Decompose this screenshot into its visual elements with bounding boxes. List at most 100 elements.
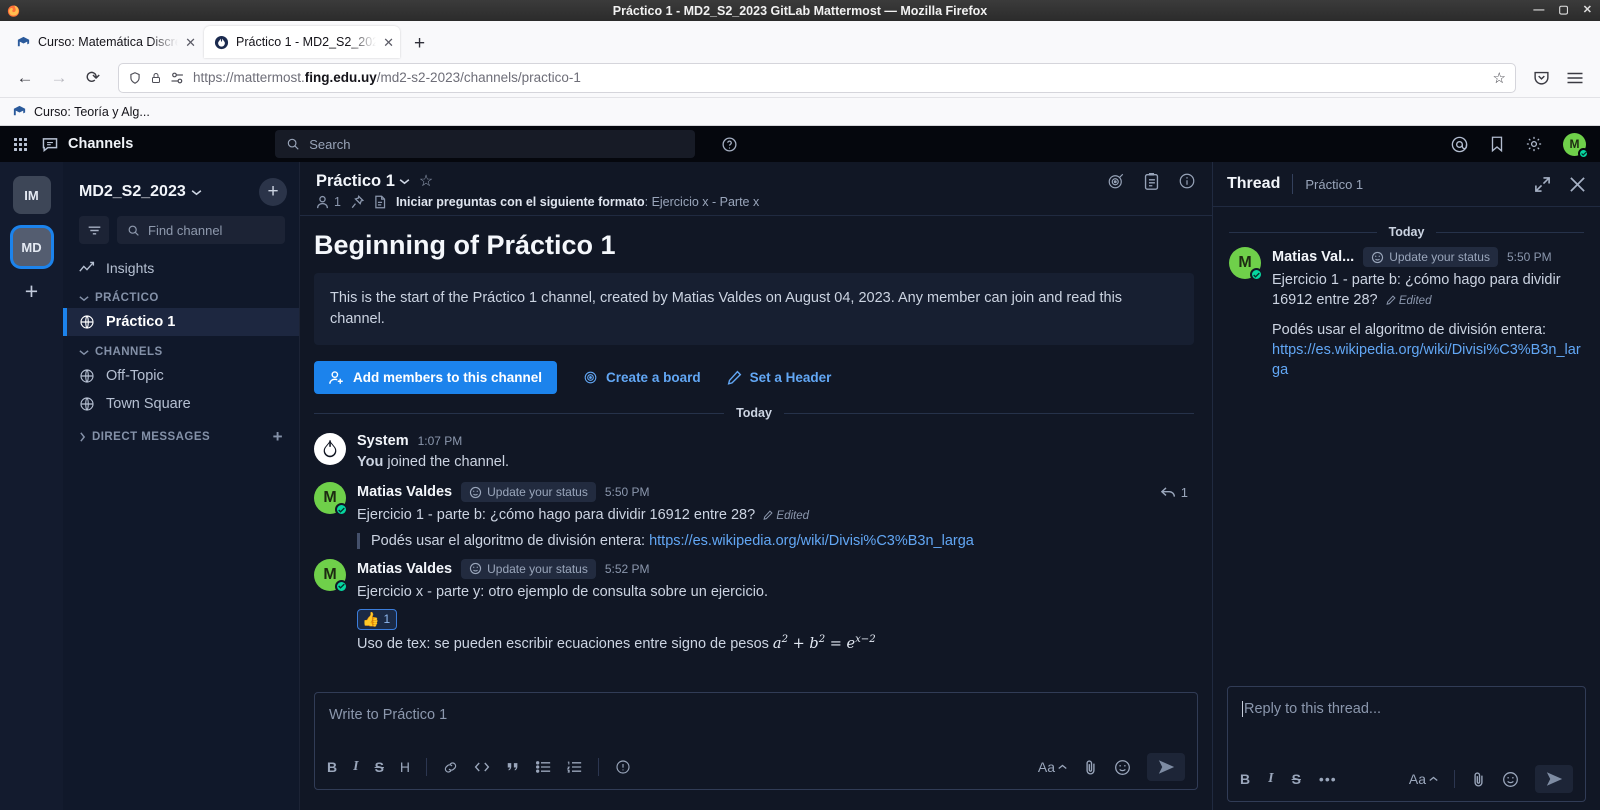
create-board-button[interactable]: Create a board: [583, 370, 701, 385]
sidebar-item-insights[interactable]: Insights: [63, 254, 299, 282]
bullet-list-icon[interactable]: [536, 760, 551, 774]
pocket-icon[interactable]: [1526, 63, 1556, 93]
strikethrough-button[interactable]: S: [1292, 771, 1301, 787]
post-author[interactable]: System: [357, 433, 409, 449]
help-icon[interactable]: [615, 759, 631, 775]
thread-post-list[interactable]: Today M Matias Val... Update your status…: [1213, 207, 1600, 678]
browse-channels-button[interactable]: +: [259, 178, 287, 206]
more-formatting-icon[interactable]: •••: [1319, 771, 1337, 787]
thread-reply-composer[interactable]: Reply to this thread... B I S ••• Aa: [1227, 686, 1586, 802]
expand-sidebar-icon[interactable]: [1534, 176, 1551, 193]
reply-count-indicator[interactable]: 1: [1160, 485, 1188, 500]
update-status-button[interactable]: Update your status: [461, 482, 596, 503]
sidebar-item-town-square[interactable]: Town Square: [63, 390, 299, 418]
url-text[interactable]: https://mattermost.fing.edu.uy/md2-s2-20…: [193, 70, 1485, 85]
maximize-button[interactable]: ▢: [1558, 5, 1568, 16]
team-button-md[interactable]: MD: [12, 228, 51, 266]
sidebar-item-practico-1[interactable]: Práctico 1: [63, 308, 299, 336]
numbered-list-icon[interactable]: [567, 760, 582, 774]
join-team-button[interactable]: +: [25, 280, 38, 303]
tab-2-close-icon[interactable]: ✕: [383, 36, 394, 49]
settings-icon[interactable]: [1525, 135, 1543, 153]
update-status-button[interactable]: Update your status: [461, 558, 596, 579]
attach-icon[interactable]: [1083, 759, 1098, 776]
sidebar-item-off-topic[interactable]: Off-Topic: [63, 362, 299, 390]
app-menu-button[interactable]: [1560, 63, 1590, 93]
update-status-button[interactable]: Update your status: [1363, 247, 1498, 267]
bold-button[interactable]: B: [1240, 771, 1250, 787]
mentions-icon[interactable]: [1450, 135, 1469, 154]
italic-button[interactable]: I: [1268, 771, 1273, 787]
set-header-button[interactable]: Set a Header: [727, 370, 831, 385]
close-button[interactable]: ✕: [1583, 5, 1592, 16]
message-input-placeholder[interactable]: Write to Práctico 1: [315, 693, 1197, 745]
channel-boards-icon[interactable]: [1107, 172, 1125, 190]
search-input[interactable]: Search: [275, 130, 696, 158]
post-author[interactable]: Matias Val...: [1272, 249, 1354, 265]
category-practico[interactable]: PRÁCTICO: [63, 282, 299, 308]
team-button-im[interactable]: IM: [12, 176, 51, 214]
send-button[interactable]: [1147, 753, 1185, 781]
quote-link[interactable]: https://es.wikipedia.org/wiki/Divisi%C3%…: [649, 533, 974, 549]
favorite-star-icon[interactable]: ☆: [419, 171, 433, 191]
format-toggle-button[interactable]: Aa: [1409, 771, 1438, 787]
product-switcher-icon[interactable]: [14, 137, 27, 151]
avatar[interactable]: M: [314, 482, 348, 517]
post-item[interactable]: M Matias Valdes Updat: [314, 477, 1194, 553]
post-author[interactable]: Matias Valdes: [357, 561, 452, 577]
shield-icon[interactable]: [128, 71, 142, 85]
channel-header-text[interactable]: Iniciar preguntas con el siguiente forma…: [396, 195, 759, 209]
filter-icon[interactable]: [79, 216, 109, 244]
category-channels[interactable]: CHANNELS: [63, 336, 299, 362]
avatar[interactable]: M: [1563, 132, 1589, 159]
team-header[interactable]: MD2_S2_2023 +: [63, 172, 299, 216]
bold-button[interactable]: B: [327, 759, 337, 775]
team-name-menu[interactable]: MD2_S2_2023: [79, 183, 202, 201]
close-icon[interactable]: [1569, 176, 1586, 193]
reaction-thumbsup[interactable]: 👍 1: [357, 608, 398, 630]
forward-button[interactable]: →: [44, 63, 74, 93]
emoji-icon[interactable]: [1502, 771, 1519, 788]
browser-tab-2[interactable]: Práctico 1 - MD2_S2_202 ✕: [204, 26, 400, 58]
post-item[interactable]: M Matias Valdes Updat: [314, 554, 1194, 659]
thread-reply-placeholder-row[interactable]: Reply to this thread...: [1228, 687, 1585, 757]
lock-icon[interactable]: [150, 71, 162, 85]
permissions-icon[interactable]: [170, 72, 185, 84]
message-composer[interactable]: Write to Práctico 1 B I S H Aa: [314, 692, 1198, 790]
minimize-button[interactable]: —: [1533, 5, 1544, 16]
find-channel-input[interactable]: Find channel: [117, 216, 285, 244]
channel-info-icon[interactable]: [1178, 172, 1196, 190]
category-direct-messages[interactable]: DIRECT MESSAGES +: [63, 418, 299, 449]
send-button[interactable]: [1535, 765, 1573, 793]
bookmark-item[interactable]: Curso: Teoría y Alg...: [34, 105, 150, 119]
reload-button[interactable]: ⟳: [78, 63, 108, 93]
thread-body-link[interactable]: https://es.wikipedia.org/wiki/Divisi%C3%…: [1272, 342, 1581, 378]
window-controls[interactable]: — ▢ ✕: [1533, 0, 1592, 21]
help-icon[interactable]: [721, 136, 738, 153]
quote-icon[interactable]: [506, 761, 520, 774]
pinned-posts-icon[interactable]: [351, 195, 364, 209]
add-members-button[interactable]: Add members to this channel: [314, 361, 558, 395]
address-bar[interactable]: https://mattermost.fing.edu.uy/md2-s2-20…: [118, 62, 1516, 93]
channel-title-menu[interactable]: Práctico 1: [316, 172, 410, 191]
code-icon[interactable]: [474, 760, 490, 774]
attach-icon[interactable]: [1471, 771, 1486, 788]
saved-posts-icon[interactable]: [1489, 135, 1505, 153]
strikethrough-button[interactable]: S: [375, 759, 384, 775]
back-button[interactable]: ←: [10, 63, 40, 93]
bookmark-star-icon[interactable]: ☆: [1493, 69, 1506, 87]
post-author[interactable]: Matias Valdes: [357, 484, 452, 500]
thread-root-post[interactable]: M Matias Val... Update your status 5:50 …: [1229, 247, 1584, 380]
avatar[interactable]: M: [314, 558, 348, 593]
emoji-icon[interactable]: [1114, 759, 1131, 776]
format-toggle-button[interactable]: Aa: [1038, 759, 1067, 775]
post-list[interactable]: Beginning of Práctico 1 This is the star…: [300, 216, 1212, 680]
product-label-group[interactable]: Channels: [41, 136, 133, 152]
new-tab-button[interactable]: +: [414, 34, 425, 53]
add-direct-message-button[interactable]: +: [273, 428, 283, 445]
tab-1-close-icon[interactable]: ✕: [185, 36, 196, 49]
browser-tab-1[interactable]: Curso: Matemática Discre ✕: [6, 26, 202, 58]
italic-button[interactable]: I: [353, 759, 358, 775]
post-item[interactable]: System 1:07 PM You joined the channel.: [314, 428, 1194, 477]
link-icon[interactable]: [443, 760, 458, 775]
